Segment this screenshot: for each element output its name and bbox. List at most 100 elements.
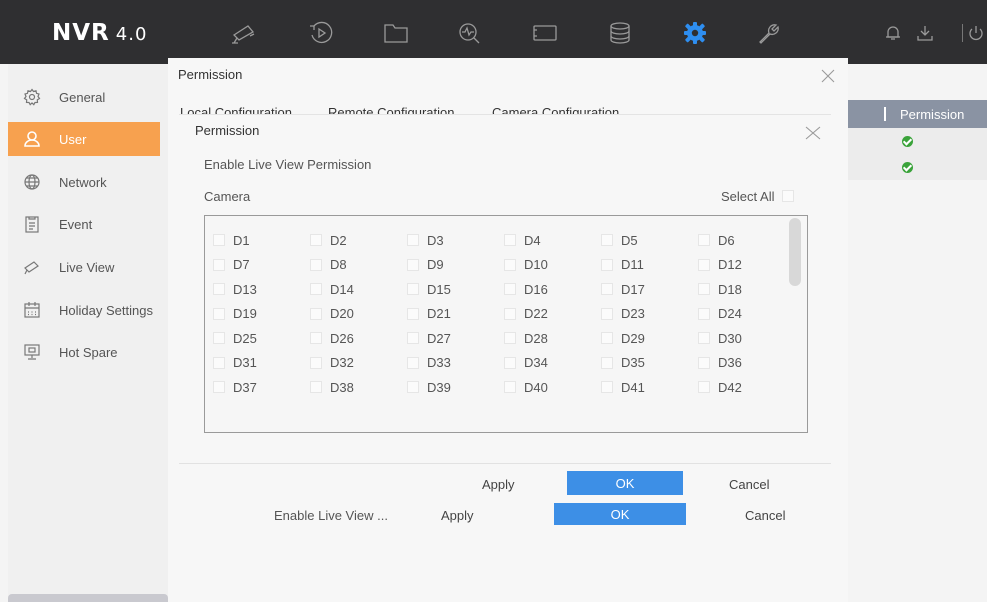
- camera-checkbox[interactable]: D32: [310, 351, 407, 376]
- camera-checkbox[interactable]: D40: [504, 375, 601, 400]
- system-maintenance-icon[interactable]: [530, 20, 560, 46]
- sidebar-item-network[interactable]: Network: [8, 165, 160, 199]
- smart-analysis-icon[interactable]: [454, 20, 484, 46]
- camera-checkbox[interactable]: D4: [504, 228, 601, 253]
- camera-checkbox[interactable]: D34: [504, 351, 601, 376]
- checkbox[interactable]: [698, 234, 710, 247]
- checkbox[interactable]: [310, 332, 322, 345]
- checkbox[interactable]: [601, 381, 613, 394]
- checkbox[interactable]: [504, 381, 516, 394]
- checkbox[interactable]: [213, 307, 225, 320]
- tools-wrench-icon[interactable]: [752, 20, 782, 46]
- camera-checkbox[interactable]: D36: [698, 351, 795, 376]
- checkbox[interactable]: [504, 283, 516, 296]
- checkbox[interactable]: [601, 332, 613, 345]
- camera-checkbox[interactable]: D14: [310, 277, 407, 302]
- camera-checkbox[interactable]: D20: [310, 302, 407, 327]
- configuration-gear-icon[interactable]: [680, 20, 710, 46]
- playback-icon[interactable]: [306, 20, 336, 46]
- checkbox[interactable]: [310, 258, 322, 271]
- checkbox[interactable]: [213, 356, 225, 369]
- checkbox[interactable]: [213, 258, 225, 271]
- sidebar-scrollbar[interactable]: [8, 594, 168, 602]
- camera-checkbox[interactable]: D42: [698, 375, 795, 400]
- camera-checkbox[interactable]: D9: [407, 253, 504, 278]
- camera-checkbox[interactable]: D17: [601, 277, 698, 302]
- camera-checkbox[interactable]: D18: [698, 277, 795, 302]
- camera-checkbox[interactable]: D13: [213, 277, 310, 302]
- checkbox[interactable]: [601, 356, 613, 369]
- sidebar-item-holiday-settings[interactable]: Holiday Settings: [8, 293, 160, 327]
- checkbox[interactable]: [504, 356, 516, 369]
- camera-checkbox[interactable]: D30: [698, 326, 795, 351]
- checkbox[interactable]: [698, 283, 710, 296]
- camera-checkbox[interactable]: D16: [504, 277, 601, 302]
- camera-checkbox[interactable]: D15: [407, 277, 504, 302]
- checkbox[interactable]: [504, 307, 516, 320]
- checkbox[interactable]: [213, 381, 225, 394]
- sidebar-item-user[interactable]: User: [8, 122, 160, 156]
- storage-icon[interactable]: [605, 20, 635, 46]
- checkbox[interactable]: [698, 307, 710, 320]
- checkbox[interactable]: [407, 258, 419, 271]
- checkbox[interactable]: [504, 234, 516, 247]
- apply-button[interactable]: Apply: [482, 477, 515, 492]
- check-icon[interactable]: [902, 136, 913, 147]
- camera-checkbox[interactable]: D8: [310, 253, 407, 278]
- checkbox[interactable]: [213, 234, 225, 247]
- sidebar-item-general[interactable]: General: [8, 80, 160, 114]
- ok-button[interactable]: OK: [567, 471, 683, 495]
- camera-checkbox[interactable]: D1: [213, 228, 310, 253]
- checkbox[interactable]: [310, 234, 322, 247]
- camera-checkbox[interactable]: D31: [213, 351, 310, 376]
- checkbox[interactable]: [698, 332, 710, 345]
- bell-icon[interactable]: [884, 24, 902, 42]
- checkbox[interactable]: [407, 307, 419, 320]
- camera-checkbox[interactable]: D7: [213, 253, 310, 278]
- table-row[interactable]: [848, 128, 987, 154]
- check-icon[interactable]: [902, 162, 913, 173]
- checkbox[interactable]: [504, 258, 516, 271]
- checkbox[interactable]: [310, 283, 322, 296]
- checkbox[interactable]: [213, 332, 225, 345]
- camera-checkbox[interactable]: D29: [601, 326, 698, 351]
- checkbox[interactable]: [310, 356, 322, 369]
- camera-checkbox[interactable]: D10: [504, 253, 601, 278]
- camera-checkbox[interactable]: D12: [698, 253, 795, 278]
- apply-button[interactable]: Apply: [441, 508, 474, 523]
- checkbox[interactable]: [698, 258, 710, 271]
- camera-checkbox[interactable]: D21: [407, 302, 504, 327]
- sidebar-item-hot-spare[interactable]: Hot Spare: [8, 335, 160, 369]
- checkbox[interactable]: [310, 307, 322, 320]
- checkbox[interactable]: [407, 234, 419, 247]
- close-icon[interactable]: [803, 123, 823, 143]
- camera-checkbox[interactable]: D6: [698, 228, 795, 253]
- camera-checkbox[interactable]: D23: [601, 302, 698, 327]
- scrollbar-thumb[interactable]: [789, 218, 801, 286]
- checkbox[interactable]: [601, 234, 613, 247]
- checkbox[interactable]: [213, 283, 225, 296]
- checkbox[interactable]: [407, 332, 419, 345]
- checkbox[interactable]: [504, 332, 516, 345]
- checkbox[interactable]: [407, 356, 419, 369]
- camera-checkbox[interactable]: D27: [407, 326, 504, 351]
- camera-checkbox[interactable]: D39: [407, 375, 504, 400]
- checkbox[interactable]: [601, 307, 613, 320]
- sidebar-item-event[interactable]: Event: [8, 207, 160, 241]
- camera-checkbox[interactable]: D33: [407, 351, 504, 376]
- checkbox[interactable]: [698, 381, 710, 394]
- camera-checkbox[interactable]: D19: [213, 302, 310, 327]
- live-view-camera-icon[interactable]: [228, 20, 258, 46]
- camera-checkbox[interactable]: D26: [310, 326, 407, 351]
- camera-checkbox[interactable]: D11: [601, 253, 698, 278]
- checkbox[interactable]: [407, 283, 419, 296]
- camera-checkbox[interactable]: D5: [601, 228, 698, 253]
- camera-checkbox[interactable]: D3: [407, 228, 504, 253]
- file-management-icon[interactable]: [381, 20, 411, 46]
- camera-checkbox[interactable]: D37: [213, 375, 310, 400]
- camera-checkbox[interactable]: D38: [310, 375, 407, 400]
- ok-button[interactable]: OK: [554, 503, 686, 525]
- close-icon[interactable]: [819, 67, 837, 85]
- camera-checkbox[interactable]: D41: [601, 375, 698, 400]
- checkbox[interactable]: [601, 258, 613, 271]
